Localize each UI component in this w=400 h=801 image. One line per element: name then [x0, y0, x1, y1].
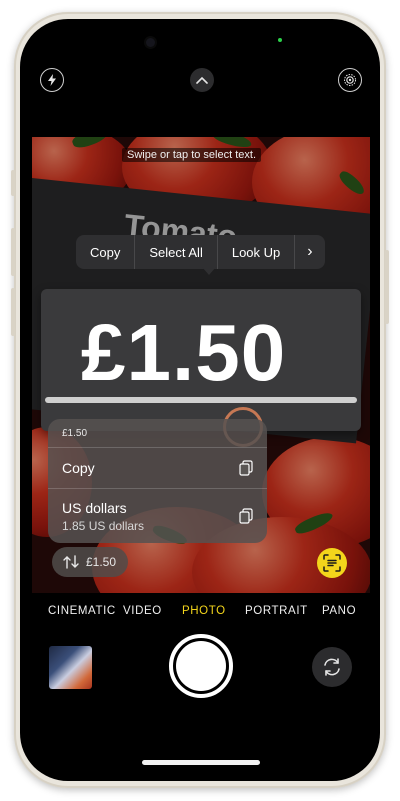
screen: Tomato Swipe or tap to select text. £1.5… — [20, 19, 380, 781]
mode-photo[interactable]: PHOTO — [182, 605, 226, 617]
more-menu-item[interactable]: › — [295, 235, 324, 269]
chevron-right-icon: › — [307, 243, 313, 260]
live-photo-icon — [344, 74, 356, 86]
currency-subtitle: 1.85 US dollars — [62, 519, 145, 533]
popover-currency-row[interactable]: US dollars 1.85 US dollars — [48, 488, 267, 543]
camera-mode-selector: CINEMATIC VIDEO PHOTO PORTRAIT PANO — [20, 605, 380, 621]
popover-copy-row[interactable]: Copy — [48, 447, 267, 488]
controls-toggle-button[interactable] — [190, 68, 214, 92]
menu-pointer — [202, 267, 216, 275]
power-button — [385, 250, 389, 324]
mode-video[interactable]: VIDEO — [123, 605, 162, 617]
front-camera — [146, 38, 155, 47]
camera-flip-icon — [324, 658, 340, 676]
live-text-icon — [323, 554, 341, 572]
shutter-inner — [176, 641, 226, 691]
convert-arrows-icon — [63, 555, 79, 569]
popover-header: £1.50 — [62, 427, 88, 439]
action-button — [11, 170, 15, 196]
look-up-menu-item[interactable]: Look Up — [218, 235, 296, 269]
chevron-up-icon — [196, 76, 208, 84]
live-photo-button[interactable] — [338, 68, 362, 92]
copy-menu-item[interactable]: Copy — [76, 235, 136, 269]
camera-viewfinder[interactable]: Tomato Swipe or tap to select text. £1.5… — [32, 137, 370, 593]
mode-cinematic[interactable]: CINEMATIC — [48, 605, 116, 617]
copy-icon — [239, 460, 253, 476]
select-all-menu-item[interactable]: Select All — [135, 235, 218, 269]
price-text[interactable]: £1.50 — [81, 307, 286, 399]
currency-title: US dollars — [62, 500, 127, 516]
indicator-dot — [278, 38, 282, 42]
popover-copy-label: Copy — [62, 460, 95, 476]
flash-icon — [48, 74, 56, 86]
text-edit-menu: Copy Select All Look Up › — [76, 235, 325, 269]
price-tag[interactable]: £1.50 — [41, 289, 361, 447]
volume-up-button — [11, 228, 15, 276]
flash-button[interactable] — [40, 68, 64, 92]
convert-chip-label: £1.50 — [86, 555, 117, 569]
mode-pano[interactable]: PANO — [322, 605, 356, 617]
copy-icon — [239, 508, 253, 524]
shutter-button[interactable] — [169, 634, 233, 698]
home-indicator[interactable] — [142, 760, 260, 765]
quick-actions-popover: £1.50 Copy US dollars 1.85 US dollars — [48, 419, 267, 543]
text-selection-hint: Swipe or tap to select text. — [122, 148, 262, 162]
currency-convert-chip[interactable]: £1.50 — [52, 547, 128, 577]
last-photo-thumbnail[interactable] — [49, 646, 92, 689]
price-underline — [45, 397, 357, 403]
live-text-button[interactable] — [317, 548, 347, 578]
flip-camera-button[interactable] — [312, 647, 352, 687]
mode-portrait[interactable]: PORTRAIT — [245, 605, 308, 617]
volume-down-button — [11, 288, 15, 336]
